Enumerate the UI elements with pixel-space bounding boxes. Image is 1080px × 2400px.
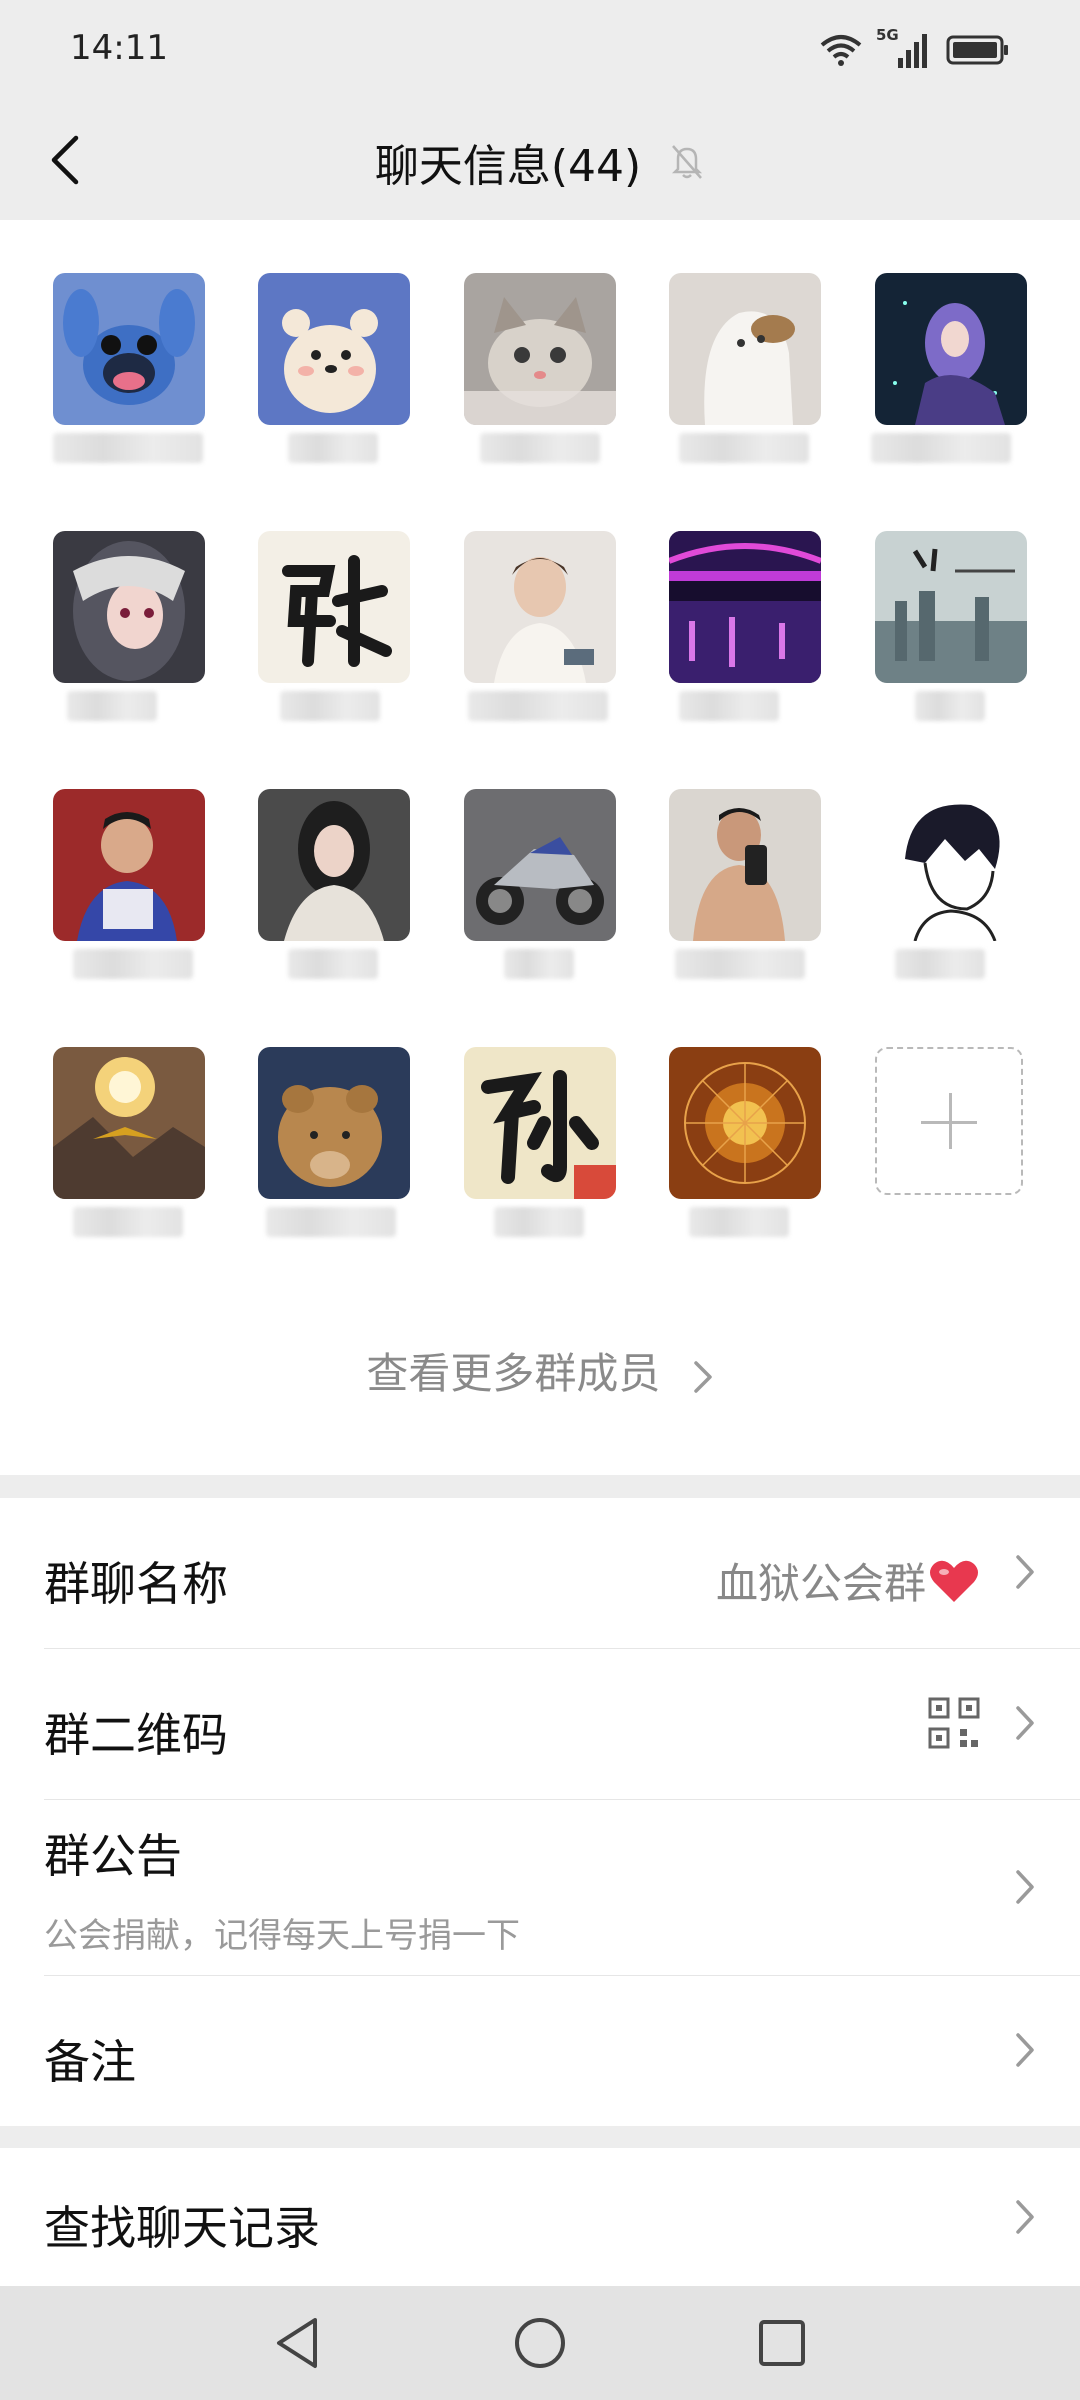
group-name-label: 群聊名称 [44,1557,228,1611]
anime-girl-avatar [53,531,205,683]
member-cell[interactable] [53,273,205,493]
bear-avatar [258,273,410,425]
search-history-row[interactable]: 查找聊天记录 [44,2148,1080,2286]
member-cell[interactable] [53,1047,205,1267]
chevron-right-icon [1016,1870,1034,1904]
member-cell[interactable] [258,789,410,1009]
member-cell[interactable] [669,789,821,1009]
view-more-members-link[interactable]: 查看更多群成员 [0,1340,1080,1401]
chevron-right-icon [1016,1555,1034,1589]
member-cell[interactable] [53,789,205,1009]
page-title-wrap: 聊天信息(44) [0,130,1080,194]
night-bridge-avatar [669,531,821,683]
member-cell[interactable] [53,531,205,751]
member-grid-section: 查看更多群成员 [0,220,1080,1475]
member-cell[interactable] [669,531,821,751]
qr-code-icon [928,1697,980,1749]
member-cell[interactable] [875,789,1027,1009]
group-name-value-wrap: 血狱公会群 [716,1550,980,1611]
group-notice-text: 公会捐献，记得每天上号捐一下 [44,1916,520,1956]
chevron-right-icon [693,1360,712,1393]
mute-bell-icon [672,145,703,179]
boy-photo-avatar [464,531,616,683]
group-qr-label: 群二维码 [44,1708,228,1762]
golden-coin-avatar [669,1047,821,1199]
remark-label: 备注 [44,2035,136,2089]
anime-purple-avatar [875,273,1027,425]
chevron-right-icon [1016,2033,1034,2067]
sketch-boy-avatar [875,789,1027,941]
system-nav-bar [0,2286,1080,2400]
member-cell[interactable] [669,273,821,493]
add-member-cell[interactable] [875,1047,1027,1267]
wifi-icon [820,35,862,66]
member-cell[interactable] [464,273,616,493]
mirror-selfie-avatar [669,789,821,941]
status-time: 14:11 [70,28,168,68]
search-history-label: 查找聊天记录 [44,2201,320,2255]
member-cell[interactable] [871,273,1027,493]
group-qr-row[interactable]: 群二维码 [44,1649,1080,1800]
group-notice-label: 群公告 [44,1829,182,1883]
kid-photo-avatar [53,789,205,941]
stitch-avatar [53,273,205,425]
lion-cub-avatar [258,1047,410,1199]
page-title: 聊天信息(44) [374,141,642,192]
heart-icon [930,1560,978,1602]
sunset-eagle-avatar [53,1047,205,1199]
member-cell[interactable] [258,531,410,751]
search-history-list: 查找聊天记录 [0,2148,1080,2286]
member-cell[interactable] [669,1047,821,1267]
chevron-right-icon [1016,1706,1034,1740]
header: 聊天信息(44) [0,100,1080,220]
chevron-right-icon [1016,2200,1034,2234]
signal-icon [898,34,927,68]
group-settings-list: 群聊名称 血狱公会群 群二维码 群公告 公会捐献，记得每天上号捐一下 备注 [0,1498,1080,2126]
member-cell[interactable] [464,789,616,1009]
group-name-value: 血狱公会群 [715,1559,926,1608]
member-cell[interactable] [258,273,410,493]
city-text-avatar [875,531,1027,683]
zhang-calligraphy-avatar [258,531,410,683]
kitten-avatar [464,273,616,425]
group-name-row[interactable]: 群聊名称 血狱公会群 [44,1498,1080,1649]
view-more-members-label: 查看更多群成员 [366,1349,661,1398]
group-notice-row[interactable]: 群公告 公会捐献，记得每天上号捐一下 [44,1800,1080,1976]
member-cell[interactable] [464,531,616,751]
ghost-dog-avatar [669,273,821,425]
motorcycle-avatar [464,789,616,941]
nav-home-icon[interactable] [513,2316,567,2370]
status-bar: 14:11 5G [0,0,1080,100]
member-cell[interactable] [875,531,1027,751]
nav-recents-icon[interactable] [757,2318,807,2368]
network-badge: 5G [876,26,932,70]
status-icons: 5G [820,26,1010,70]
add-member-button[interactable] [875,1047,1023,1195]
member-cell[interactable] [464,1047,616,1267]
member-cell[interactable] [258,1047,410,1267]
battery-icon [946,35,1008,65]
remark-row[interactable]: 备注 [44,1976,1080,2126]
sun-calligraphy-avatar [464,1047,616,1199]
nav-back-icon[interactable] [273,2316,323,2370]
woman-photo-avatar [258,789,410,941]
